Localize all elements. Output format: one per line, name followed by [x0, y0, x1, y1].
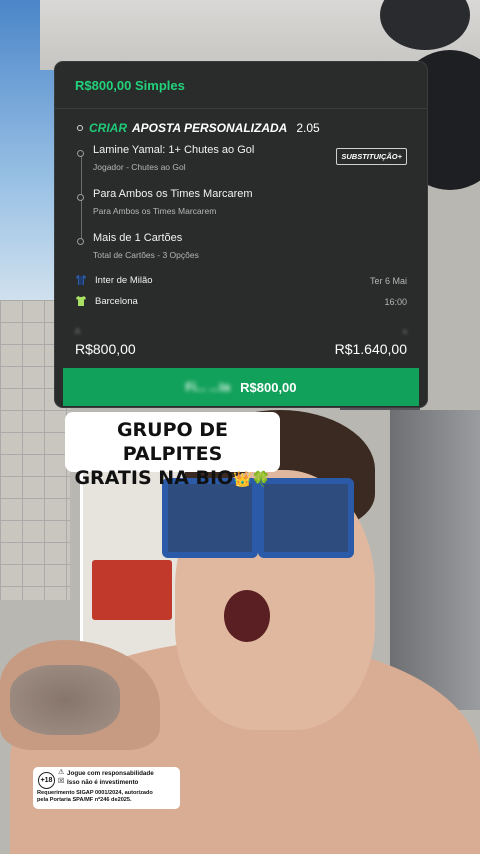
substitution-button[interactable]: SUBSTITUIÇÃO+ [336, 148, 407, 165]
promo-line2: GRATIS NA BIO👑🍀 [65, 466, 280, 491]
promo-caption: GRUPO DE PALPITES GRATIS NA BIO👑🍀 [65, 412, 280, 489]
leg-title: Mais de 1 Cartões [93, 232, 183, 244]
person-mouth [224, 590, 270, 642]
stake-amount: R$800,00 [75, 341, 136, 357]
place-bet-button[interactable]: Fi... ...ta R$800,00 [63, 368, 419, 406]
team-home: Inter de Milão [75, 274, 153, 286]
leg-dot-icon [77, 194, 84, 201]
stake-label: A [75, 327, 81, 336]
team-shirt-icon [76, 296, 86, 306]
team-name: Inter de Milão [95, 274, 153, 286]
promo-line2-text: GRATIS NA BIO [74, 467, 234, 489]
bet-slip-header: R$800,00 Simples [55, 62, 427, 109]
prohibited-icon: ☒ [58, 778, 65, 785]
leg-dot-icon [77, 150, 84, 157]
custom-bet-row: CRIAR APOSTA PERSONALIZADA 2.05 [77, 121, 320, 135]
notice-line1: Jogue com responsabilidade [67, 770, 154, 777]
custom-bet-odds: 2.05 [296, 121, 320, 135]
arm-tattoo [10, 665, 120, 735]
team-shirt-icon [76, 275, 86, 285]
leg-dot-icon [77, 238, 84, 245]
crown-clover-icon: 👑🍀 [233, 470, 271, 488]
bet-slip-card: R$800,00 Simples CRIAR APOSTA PERSONALIZ… [54, 61, 428, 408]
shelf-item [92, 560, 172, 620]
promo-line1: GRUPO DE PALPITES [116, 419, 229, 465]
age-badge: +18 [38, 772, 55, 789]
custom-bet-word1: CRIAR [89, 121, 127, 135]
leg-title: Para Ambos os Times Marcarem [93, 188, 253, 200]
match-date: Ter 6 Mai [369, 276, 407, 286]
fridge [390, 410, 480, 710]
leg-title: Lamine Yamal: 1+ Chutes ao Gol [93, 144, 255, 156]
notice-footer-line2: pela Portaria SPA/MF nº246 de2025. [37, 797, 132, 803]
notice-footer: Requerimento SIGAP 0001/2024, autorizado… [37, 790, 153, 804]
team-name: Barcelona [95, 295, 138, 307]
team-away: Barcelona [75, 295, 138, 307]
potential-return: R$1.640,00 [334, 341, 407, 357]
notice-footer-line1: Requerimento SIGAP 0001/2024, autorizado [37, 790, 153, 796]
place-bet-amount: R$800,00 [240, 379, 297, 395]
responsible-gambling-notice: +18 ⚠ Jogue com responsabilidade ☒ Isso … [33, 767, 180, 809]
leg-subtitle: Jogador - Chutes ao Gol [93, 162, 186, 172]
leg-subtitle: Para Ambos os Times Marcarem [93, 206, 217, 216]
return-label: s [403, 327, 407, 336]
match-time: 16:00 [384, 297, 407, 307]
bet-slip-title: R$800,00 Simples [75, 77, 185, 93]
place-bet-label: Fi... ...ta [185, 380, 231, 394]
warning-icon: ⚠ [58, 769, 65, 776]
custom-bet-word2: APOSTA PERSONALIZADA [132, 121, 288, 135]
custom-bet-dot-icon [77, 125, 83, 131]
leg-subtitle: Total de Cartões - 3 Opções [93, 250, 199, 260]
notice-line2: Isso não é investimento [67, 779, 139, 786]
